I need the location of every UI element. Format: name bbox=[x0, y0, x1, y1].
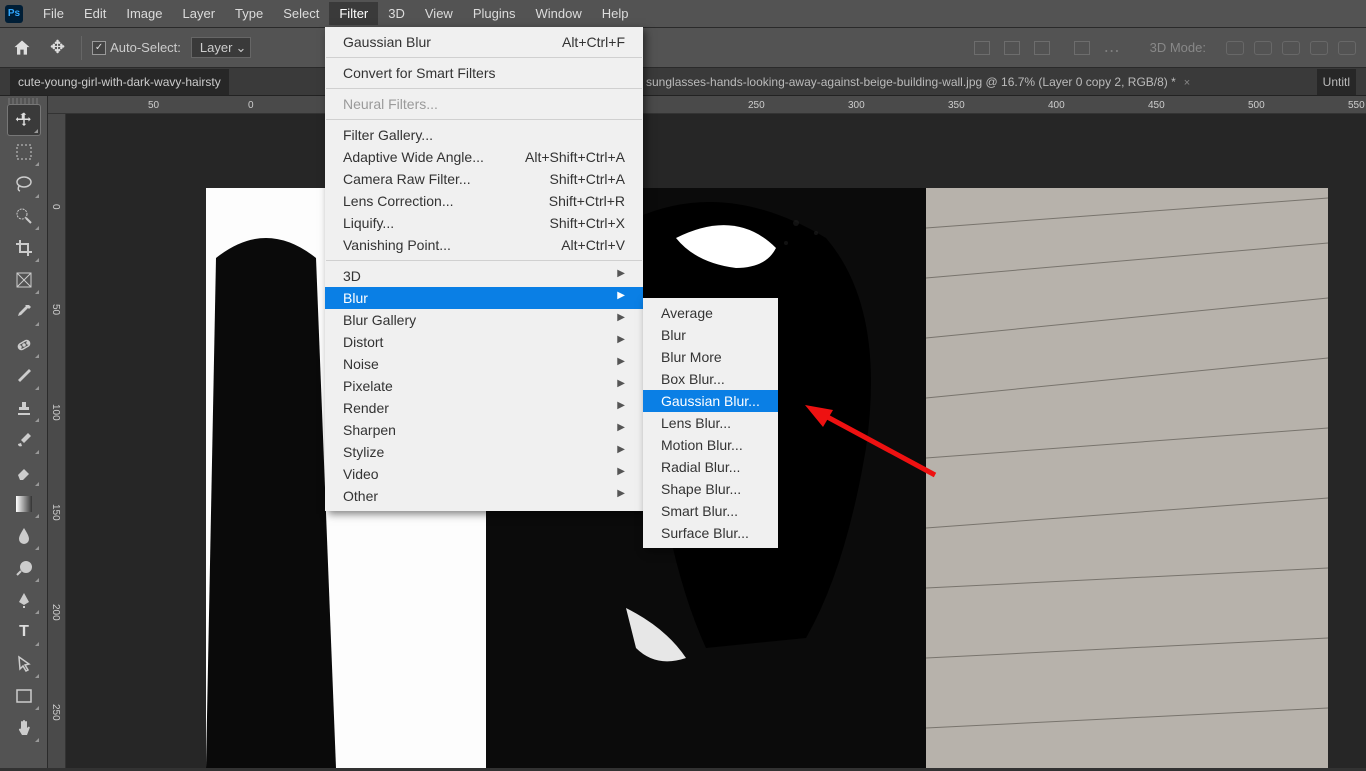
filter-blur-gallery[interactable]: Blur Gallery bbox=[325, 309, 643, 331]
blur-radial[interactable]: Radial Blur... bbox=[643, 456, 778, 478]
stamp-tool[interactable] bbox=[7, 392, 41, 424]
eyedropper-tool[interactable] bbox=[7, 296, 41, 328]
filter-gallery[interactable]: Filter Gallery... bbox=[325, 124, 643, 146]
filter-vanishing-point[interactable]: Vanishing Point...Alt+Ctrl+V bbox=[325, 234, 643, 256]
filter-convert-smart[interactable]: Convert for Smart Filters bbox=[325, 62, 643, 84]
filter-pixelate[interactable]: Pixelate bbox=[325, 375, 643, 397]
filter-lens-correction[interactable]: Lens Correction...Shift+Ctrl+R bbox=[325, 190, 643, 212]
blur-box[interactable]: Box Blur... bbox=[643, 368, 778, 390]
filter-stylize[interactable]: Stylize bbox=[325, 441, 643, 463]
3d-mode-icons[interactable] bbox=[1226, 41, 1356, 55]
lasso-tool[interactable] bbox=[7, 168, 41, 200]
filter-other[interactable]: Other bbox=[325, 485, 643, 507]
pen-tool[interactable] bbox=[7, 584, 41, 616]
quick-select-tool[interactable] bbox=[7, 200, 41, 232]
menu-filter[interactable]: Filter bbox=[329, 2, 378, 25]
auto-select-checkbox[interactable] bbox=[92, 41, 106, 55]
filter-liquify[interactable]: Liquify...Shift+Ctrl+X bbox=[325, 212, 643, 234]
brush-tool[interactable] bbox=[7, 360, 41, 392]
blur-tool[interactable] bbox=[7, 520, 41, 552]
shape-tool[interactable] bbox=[7, 680, 41, 712]
filter-last[interactable]: Gaussian BlurAlt+Ctrl+F bbox=[325, 31, 643, 53]
menu-help[interactable]: Help bbox=[592, 2, 639, 25]
app-icon: Ps bbox=[5, 5, 23, 23]
menu-file[interactable]: File bbox=[33, 2, 74, 25]
menu-edit[interactable]: Edit bbox=[74, 2, 116, 25]
blur-average[interactable]: Average bbox=[643, 302, 778, 324]
filter-neural[interactable]: Neural Filters... bbox=[325, 93, 643, 115]
crop-tool[interactable] bbox=[7, 232, 41, 264]
options-bar: ✥ Auto-Select: Layer ⌄ ⋯ 3D Mode: bbox=[0, 28, 1366, 68]
move-tool[interactable] bbox=[7, 104, 41, 136]
type-tool[interactable]: T bbox=[7, 616, 41, 648]
ruler-vertical: 050100150200250 bbox=[48, 114, 66, 768]
blur-blur[interactable]: Blur bbox=[643, 324, 778, 346]
blur-surface[interactable]: Surface Blur... bbox=[643, 522, 778, 544]
menu-view[interactable]: View bbox=[415, 2, 463, 25]
toolbox: T bbox=[0, 96, 48, 768]
eraser-tool[interactable] bbox=[7, 456, 41, 488]
menu-window[interactable]: Window bbox=[525, 2, 591, 25]
filter-blur[interactable]: Blur bbox=[325, 287, 643, 309]
ruler-horizontal: 50050250300350400450500550 bbox=[48, 96, 1366, 114]
main-menubar: Ps FileEditImageLayerTypeSelectFilter3DV… bbox=[0, 0, 1366, 28]
blur-more[interactable]: Blur More bbox=[643, 346, 778, 368]
document-tab[interactable]: Untitl bbox=[1317, 69, 1356, 95]
menu-layer[interactable]: Layer bbox=[173, 2, 226, 25]
filter-noise[interactable]: Noise bbox=[325, 353, 643, 375]
move-tool-indicator-icon: ✥ bbox=[44, 37, 71, 58]
tab-bar: cute-young-girl-with-dark-wavy-hairsty s… bbox=[0, 68, 1366, 96]
menu-image[interactable]: Image bbox=[116, 2, 172, 25]
menu-type[interactable]: Type bbox=[225, 2, 273, 25]
blur-smart[interactable]: Smart Blur... bbox=[643, 500, 778, 522]
auto-select-label: Auto-Select: bbox=[110, 40, 181, 55]
menu-plugins[interactable]: Plugins bbox=[463, 2, 526, 25]
align-buttons[interactable]: ⋯ bbox=[974, 41, 1120, 55]
home-icon[interactable] bbox=[10, 36, 34, 60]
filter-menu: Gaussian BlurAlt+Ctrl+F Convert for Smar… bbox=[325, 27, 643, 511]
path-select-tool[interactable] bbox=[7, 648, 41, 680]
menu-select[interactable]: Select bbox=[273, 2, 329, 25]
blur-motion[interactable]: Motion Blur... bbox=[643, 434, 778, 456]
filter-distort[interactable]: Distort bbox=[325, 331, 643, 353]
marquee-tool[interactable] bbox=[7, 136, 41, 168]
document-tab[interactable]: sunglasses-hands-looking-away-against-be… bbox=[640, 75, 1196, 89]
hand-tool[interactable] bbox=[7, 712, 41, 744]
document-tab[interactable]: cute-young-girl-with-dark-wavy-hairsty bbox=[10, 69, 229, 95]
menu-3d[interactable]: 3D bbox=[378, 2, 415, 25]
layer-select[interactable]: Layer ⌄ bbox=[191, 37, 252, 58]
gradient-tool[interactable] bbox=[7, 488, 41, 520]
dodge-tool[interactable] bbox=[7, 552, 41, 584]
filter-render[interactable]: Render bbox=[325, 397, 643, 419]
filter-3d[interactable]: 3D bbox=[325, 265, 643, 287]
blur-shape[interactable]: Shape Blur... bbox=[643, 478, 778, 500]
filter-adaptive-wide[interactable]: Adaptive Wide Angle...Alt+Shift+Ctrl+A bbox=[325, 146, 643, 168]
filter-video[interactable]: Video bbox=[325, 463, 643, 485]
blur-gaussian[interactable]: Gaussian Blur... bbox=[643, 390, 778, 412]
3d-mode-label: 3D Mode: bbox=[1150, 40, 1206, 55]
filter-sharpen[interactable]: Sharpen bbox=[325, 419, 643, 441]
filter-camera-raw[interactable]: Camera Raw Filter...Shift+Ctrl+A bbox=[325, 168, 643, 190]
healing-tool[interactable] bbox=[7, 328, 41, 360]
frame-tool[interactable] bbox=[7, 264, 41, 296]
blur-submenu: Average Blur Blur More Box Blur... Gauss… bbox=[643, 298, 778, 548]
history-brush-tool[interactable] bbox=[7, 424, 41, 456]
blur-lens[interactable]: Lens Blur... bbox=[643, 412, 778, 434]
